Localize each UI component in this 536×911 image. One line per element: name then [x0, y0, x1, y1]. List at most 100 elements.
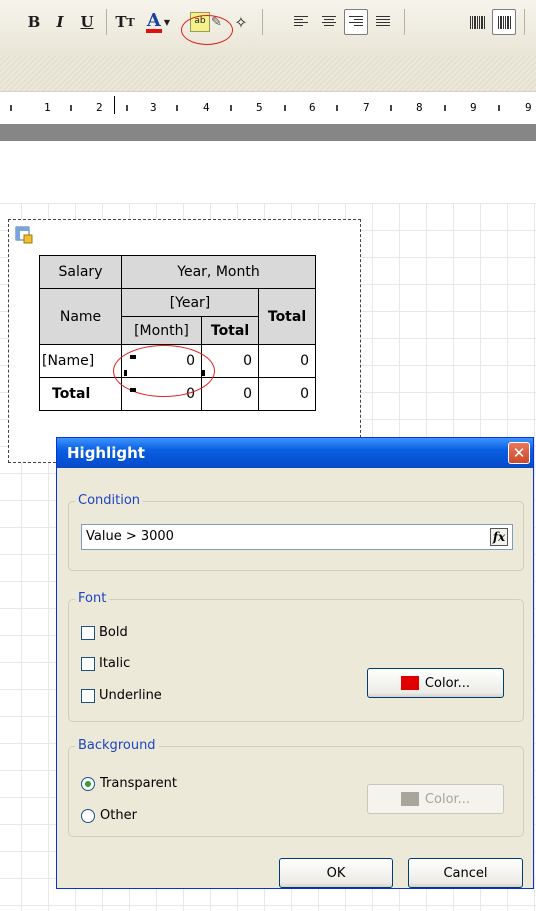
dialog-title: Highlight: [67, 444, 145, 462]
transparent-label: Transparent: [100, 776, 177, 791]
italic-checkbox[interactable]: Italic: [81, 656, 130, 671]
underline-label: Underline: [99, 688, 162, 703]
total-column-header[interactable]: Total: [258, 288, 316, 345]
toolbar-separator: [262, 9, 263, 35]
align-right-icon: [349, 16, 363, 28]
value-cell[interactable]: 0: [201, 377, 259, 411]
close-button[interactable]: ✕: [508, 442, 530, 464]
dialog-titlebar[interactable]: Highlight ✕: [57, 438, 533, 468]
cancel-button-label: Cancel: [443, 865, 488, 881]
toolbar-separator: [404, 9, 405, 35]
underline-checkbox[interactable]: Underline: [81, 688, 162, 703]
barcode-vertical-button[interactable]: [492, 9, 516, 35]
ruler-label: 2: [96, 101, 103, 114]
font-color-bar: [145, 29, 162, 33]
fx-icon: fx: [492, 530, 506, 544]
bold-label: Bold: [99, 625, 128, 640]
format-painter-button[interactable]: ✧: [230, 9, 252, 35]
ruler-label: 7: [363, 101, 370, 114]
align-center-icon: [322, 16, 336, 28]
cancel-button[interactable]: Cancel: [408, 858, 523, 888]
ruler-label: 4: [203, 101, 210, 114]
ruler-label: 5: [256, 101, 263, 114]
page-header-band-bar: [0, 124, 536, 141]
ruler-label: 9: [470, 101, 477, 114]
highlight-dialog: Highlight ✕ Condition Value > 3000 fx Fo…: [56, 437, 534, 889]
expression-button[interactable]: fx: [490, 528, 508, 546]
bold-button[interactable]: B: [24, 9, 44, 35]
condition-legend: Condition: [75, 493, 144, 508]
barcode-vertical-icon: [497, 15, 511, 29]
format-painter-icon: ✧: [234, 12, 248, 32]
font-color-button[interactable]: Color...: [367, 668, 504, 698]
font-color-button-label: Color...: [424, 675, 471, 691]
row-header-cell[interactable]: Name: [39, 288, 122, 345]
checkbox-box[interactable]: [81, 625, 95, 640]
ok-button[interactable]: OK: [279, 858, 393, 888]
barcode-button[interactable]: [466, 9, 488, 35]
chevron-down-icon: ▼: [163, 17, 171, 27]
highlight-button-annotation: [181, 15, 233, 45]
underline-button[interactable]: U: [76, 9, 98, 35]
other-radio[interactable]: Other: [81, 808, 137, 823]
resize-handle[interactable]: [130, 388, 136, 392]
year-header-cell[interactable]: [Year]: [121, 288, 259, 317]
month-total-header[interactable]: Total: [201, 316, 259, 345]
align-center-button[interactable]: [318, 9, 340, 35]
transparent-radio[interactable]: Transparent: [81, 776, 177, 791]
formatting-toolbar: B I U TT A ▼ ab ✎ ✧: [0, 0, 536, 57]
ruler-margin-marker[interactable]: [114, 96, 115, 114]
text-rotation-icon: T: [115, 13, 127, 31]
background-group: Background Transparent Other Color...: [68, 738, 524, 837]
ruler-label: 8: [416, 101, 423, 114]
color-swatch: [400, 792, 419, 806]
font-legend: Font: [75, 591, 110, 606]
condition-input[interactable]: Value > 3000 fx: [81, 524, 513, 550]
color-swatch: [400, 676, 419, 690]
selected-cell-annotation: [113, 345, 215, 397]
close-icon: ✕: [512, 444, 526, 462]
row-total-label[interactable]: Total: [39, 377, 122, 411]
condition-value: Value > 3000: [86, 529, 174, 544]
align-left-icon: [294, 16, 308, 28]
ok-button-label: OK: [326, 865, 346, 881]
checkbox-box[interactable]: [81, 656, 95, 671]
condition-group: Condition Value > 3000 fx: [68, 493, 524, 571]
toolbar-lower-strip: [0, 56, 536, 92]
italic-button[interactable]: I: [50, 9, 70, 35]
report-band[interactable]: Salary Year, Month Name [Year] Total [Mo…: [8, 219, 361, 463]
checkbox-box[interactable]: [81, 688, 95, 703]
resize-handle[interactable]: [202, 370, 205, 376]
text-rotation-button[interactable]: TT: [112, 9, 138, 35]
justify-button[interactable]: [372, 9, 394, 35]
font-color-button[interactable]: A ▼: [144, 9, 172, 35]
font-group: Font Bold Italic Underline Color...: [68, 591, 524, 722]
italic-label: Italic: [99, 656, 131, 671]
value-cell[interactable]: 0: [258, 377, 316, 411]
radio-button[interactable]: [81, 776, 95, 791]
resize-handle[interactable]: [130, 355, 136, 359]
toolbar-separator: [106, 9, 107, 35]
column-header-cell[interactable]: Year, Month: [121, 255, 316, 289]
background-color-button[interactable]: Color...: [367, 784, 504, 814]
radio-button[interactable]: [81, 808, 95, 823]
toolbar-separator: [524, 9, 525, 35]
ruler-label: 3: [150, 101, 157, 114]
value-cell[interactable]: 0: [258, 344, 316, 378]
month-header-cell[interactable]: [Month]: [121, 316, 202, 345]
background-legend: Background: [75, 738, 159, 753]
crosstab-icon[interactable]: [15, 226, 33, 244]
resize-handle[interactable]: [124, 370, 127, 376]
barcode-icon: [469, 15, 485, 29]
crosstab-corner[interactable]: Salary: [39, 255, 122, 289]
bold-checkbox[interactable]: Bold: [81, 625, 128, 640]
align-left-button[interactable]: [290, 9, 312, 35]
ruler-label: 9: [525, 101, 532, 114]
name-cell[interactable]: [Name]: [39, 344, 122, 378]
font-color-icon: A: [145, 10, 162, 33]
ruler-label: 1: [44, 101, 51, 114]
background-color-button-label: Color...: [424, 791, 471, 807]
align-right-button[interactable]: [344, 9, 368, 35]
other-label: Other: [100, 808, 137, 823]
justify-icon: [376, 16, 390, 28]
